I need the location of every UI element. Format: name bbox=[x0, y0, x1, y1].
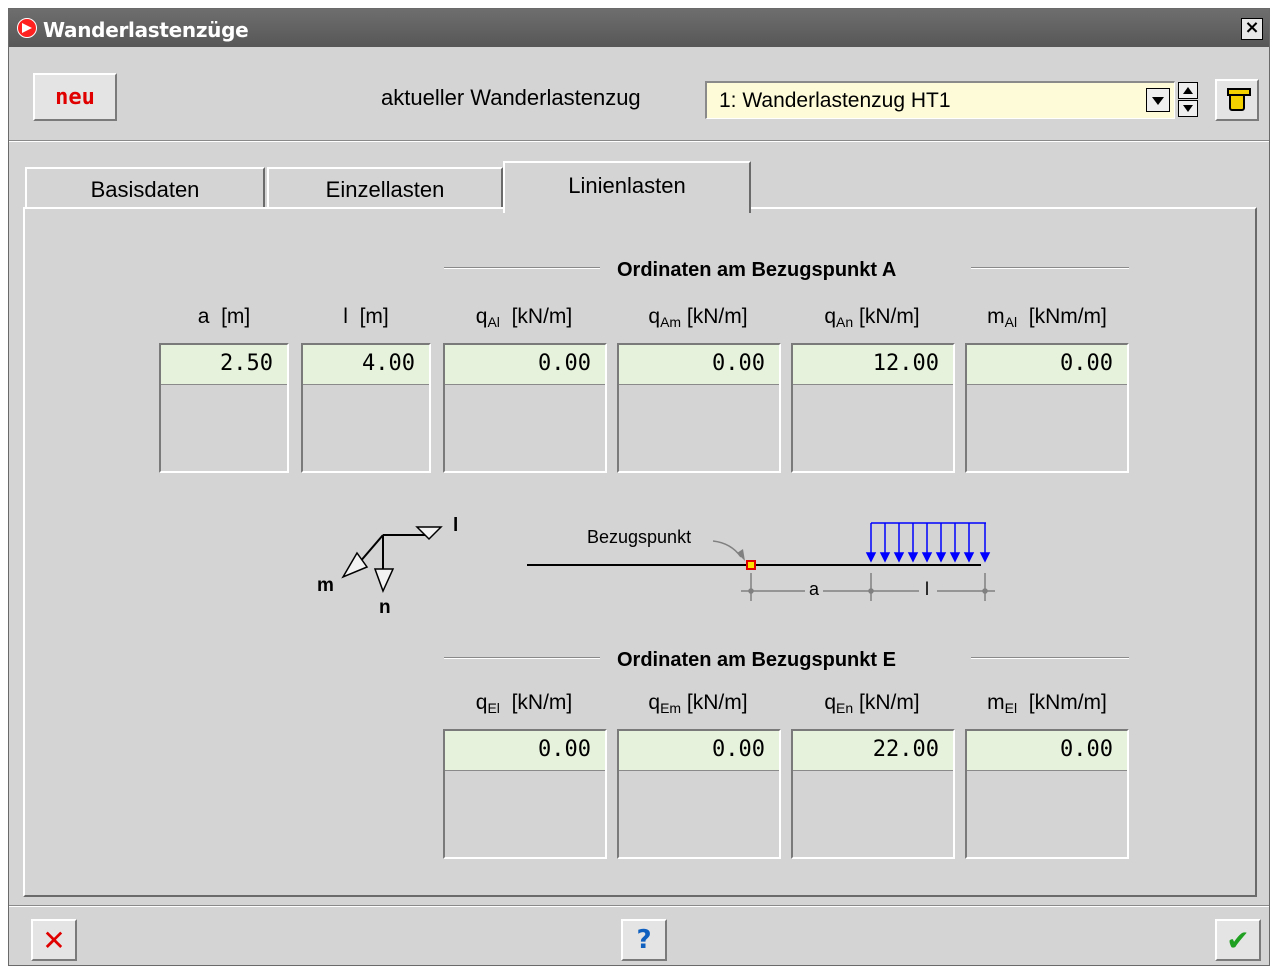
col-head-q-en: qEn [kN/m] bbox=[824, 691, 920, 716]
cell-a[interactable]: 2.50 bbox=[159, 343, 289, 473]
tab-linienlasten[interactable]: Linienlasten bbox=[503, 161, 751, 213]
new-button[interactable]: neu bbox=[33, 73, 117, 121]
dim-a-label: a bbox=[809, 579, 820, 599]
col-head-q-an: qAn [kN/m] bbox=[824, 305, 920, 330]
col-head-m-al: mAl [kNm/m] bbox=[987, 305, 1107, 330]
cell-q-el[interactable]: 0.00 bbox=[443, 729, 607, 859]
col-head-q-al: qAl [kN/m] bbox=[475, 305, 573, 330]
cell-q-en[interactable]: 22.00 bbox=[791, 729, 955, 859]
group-a-line-left bbox=[444, 267, 600, 269]
cell-q-an[interactable]: 12.00 bbox=[791, 343, 955, 473]
value-m-al[interactable]: 0.00 bbox=[967, 345, 1127, 385]
cancel-button[interactable]: ✕ bbox=[31, 919, 77, 961]
close-x-icon: ✕ bbox=[42, 923, 66, 957]
select-value: 1: Wanderlastenzug HT1 bbox=[719, 89, 951, 112]
cell-m-al[interactable]: 0.00 bbox=[965, 343, 1129, 473]
value-q-el[interactable]: 0.00 bbox=[445, 731, 605, 771]
value-q-am[interactable]: 0.00 bbox=[619, 345, 779, 385]
window: Wanderlastenzüge × neu aktueller Wanderl… bbox=[8, 8, 1270, 966]
app-arrow-icon bbox=[17, 18, 37, 38]
col-head-m-el: mEl [kNm/m] bbox=[987, 691, 1107, 716]
tab-einzellasten[interactable]: Einzellasten bbox=[267, 167, 503, 209]
value-q-em[interactable]: 0.00 bbox=[619, 731, 779, 771]
col-head-q-am: qAm [kN/m] bbox=[648, 305, 748, 330]
value-a[interactable]: 2.50 bbox=[161, 345, 287, 385]
close-button[interactable]: × bbox=[1241, 18, 1263, 40]
delete-button[interactable] bbox=[1215, 79, 1259, 121]
col-head-l: l [m] bbox=[343, 305, 389, 328]
title-bar: Wanderlastenzüge × bbox=[9, 9, 1269, 47]
cell-q-am[interactable]: 0.00 bbox=[617, 343, 781, 473]
help-button[interactable]: ? bbox=[621, 919, 667, 961]
col-head-q-el: qEl [kN/m] bbox=[475, 691, 573, 716]
group-e-title: Ordinaten am Bezugspunkt E bbox=[617, 649, 896, 671]
group-e-line-right bbox=[971, 657, 1129, 659]
wanderlastenzug-select[interactable]: 1: Wanderlastenzug HT1 bbox=[705, 81, 1175, 119]
col-head-q-em: qEm [kN/m] bbox=[648, 691, 748, 716]
value-m-el[interactable]: 0.00 bbox=[967, 731, 1127, 771]
group-a-title: Ordinaten am Bezugspunkt A bbox=[617, 259, 897, 281]
axis-m-label: m bbox=[317, 575, 334, 596]
cell-m-el[interactable]: 0.00 bbox=[965, 729, 1129, 859]
trash-icon bbox=[1227, 88, 1251, 111]
tab-basisdaten[interactable]: Basisdaten bbox=[25, 167, 265, 209]
value-l[interactable]: 4.00 bbox=[303, 345, 429, 385]
col-head-a: a [m] bbox=[197, 305, 251, 328]
value-q-an[interactable]: 12.00 bbox=[793, 345, 953, 385]
ok-button[interactable]: ✔ bbox=[1215, 919, 1261, 961]
cell-l[interactable]: 4.00 bbox=[301, 343, 431, 473]
chevron-down-icon[interactable] bbox=[1146, 88, 1170, 112]
arrow-down-icon[interactable] bbox=[1178, 100, 1198, 117]
spinner[interactable] bbox=[1175, 81, 1201, 119]
group-a-line-right bbox=[971, 267, 1129, 269]
arrow-up-icon[interactable] bbox=[1178, 82, 1198, 99]
group-e-line-left bbox=[444, 657, 600, 659]
dim-l-label: l bbox=[925, 579, 929, 599]
separator bbox=[9, 140, 1269, 142]
axis-l-label: l bbox=[453, 515, 459, 536]
value-q-al[interactable]: 0.00 bbox=[445, 345, 605, 385]
window-title: Wanderlastenzüge bbox=[43, 18, 249, 42]
bezugspunkt-label: Bezugspunkt bbox=[587, 527, 692, 547]
value-q-en[interactable]: 22.00 bbox=[793, 731, 953, 771]
axis-n-label: n bbox=[379, 597, 391, 618]
cell-q-em[interactable]: 0.00 bbox=[617, 729, 781, 859]
checkmark-icon: ✔ bbox=[1226, 923, 1250, 957]
cell-q-al[interactable]: 0.00 bbox=[443, 343, 607, 473]
help-icon: ? bbox=[636, 925, 652, 955]
bottom-separator bbox=[9, 905, 1269, 907]
current-label: aktueller Wanderlastenzug bbox=[381, 85, 641, 110]
